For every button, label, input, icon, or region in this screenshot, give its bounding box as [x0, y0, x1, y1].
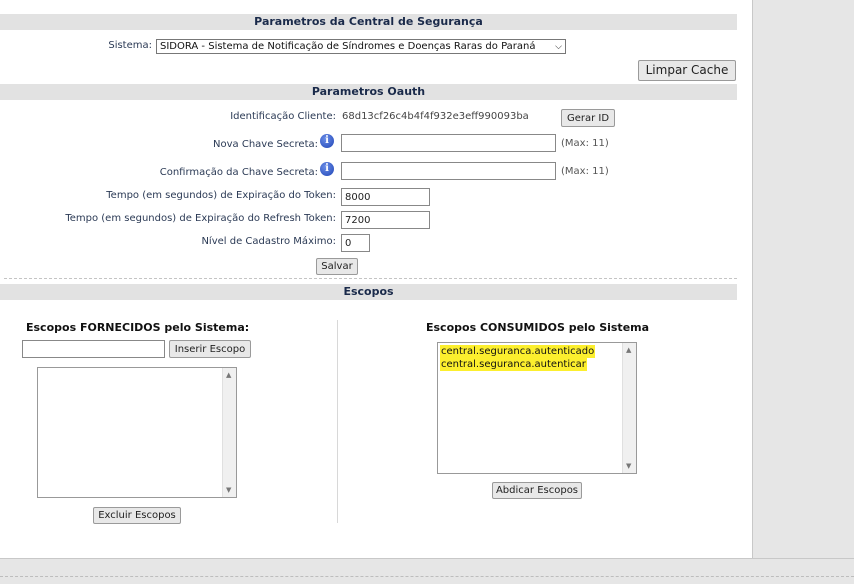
- fornecidos-listbox[interactable]: ▲ ▼: [37, 367, 237, 498]
- info-icon[interactable]: i: [320, 134, 334, 148]
- client-id-label: Identificação Cliente:: [230, 111, 336, 122]
- nivel-label: Nível de Cadastro Máximo:: [201, 236, 336, 247]
- scroll-up-icon[interactable]: ▲: [626, 346, 631, 354]
- abdicar-escopos-button[interactable]: Abdicar Escopos: [492, 482, 582, 499]
- scrollbar[interactable]: ▲ ▼: [222, 368, 236, 497]
- central-header: Parametros da Central de Segurança: [0, 14, 737, 30]
- divider: [4, 278, 737, 279]
- confirm-chave-input[interactable]: [341, 162, 556, 180]
- scrollbar[interactable]: ▲ ▼: [622, 343, 636, 473]
- scroll-down-icon[interactable]: ▼: [626, 462, 631, 470]
- refresh-exp-input[interactable]: [341, 211, 430, 229]
- page-content: Parametros da Central de Segurança Siste…: [0, 0, 752, 558]
- column-divider: [337, 320, 338, 523]
- inserir-escopo-button[interactable]: Inserir Escopo: [169, 340, 251, 358]
- nivel-input[interactable]: [341, 234, 370, 252]
- sistema-label: Sistema:: [108, 40, 152, 51]
- nova-chave-label: Nova Chave Secreta:: [213, 139, 318, 150]
- info-icon[interactable]: i: [320, 162, 334, 176]
- nova-chave-max: (Max: 11): [561, 138, 609, 149]
- token-exp-label: Tempo (em segundos) de Expiração do Toke…: [106, 190, 336, 201]
- excluir-escopos-button[interactable]: Excluir Escopos: [93, 507, 181, 524]
- token-exp-input[interactable]: [341, 188, 430, 206]
- scroll-down-icon[interactable]: ▼: [226, 486, 231, 494]
- consumidos-listbox[interactable]: central.seguranca.autenticado central.se…: [437, 342, 637, 474]
- escopos-header: Escopos: [0, 284, 737, 300]
- confirm-chave-label: Confirmação da Chave Secreta:: [159, 167, 318, 178]
- scroll-up-icon[interactable]: ▲: [226, 371, 231, 379]
- divider: [0, 576, 854, 577]
- list-item[interactable]: central.seguranca.autenticar: [440, 358, 587, 371]
- chevron-down-icon: ⌵: [555, 42, 562, 52]
- confirm-chave-max: (Max: 11): [561, 166, 609, 177]
- limpar-cache-button[interactable]: Limpar Cache: [638, 60, 736, 81]
- gerar-id-button[interactable]: Gerar ID: [561, 109, 615, 127]
- sistema-select-value: SIDORA - Sistema de Notificação de Síndr…: [160, 41, 536, 52]
- refresh-exp-label: Tempo (em segundos) de Expiração do Refr…: [65, 213, 336, 224]
- fornecidos-title: Escopos FORNECIDOS pelo Sistema:: [26, 321, 250, 334]
- escopo-input[interactable]: [22, 340, 165, 358]
- client-id-value: 68d13cf26c4b4f4f932e3eff990093ba: [342, 111, 529, 122]
- bottom-gutter: [0, 558, 854, 584]
- sistema-select[interactable]: SIDORA - Sistema de Notificação de Síndr…: [156, 39, 566, 54]
- right-gutter: [752, 0, 854, 560]
- consumidos-title: Escopos CONSUMIDOS pelo Sistema: [426, 321, 650, 334]
- nova-chave-input[interactable]: [341, 134, 556, 152]
- oauth-header: Parametros Oauth: [0, 84, 737, 100]
- list-item[interactable]: central.seguranca.autenticado: [440, 345, 596, 358]
- salvar-button[interactable]: Salvar: [316, 258, 358, 275]
